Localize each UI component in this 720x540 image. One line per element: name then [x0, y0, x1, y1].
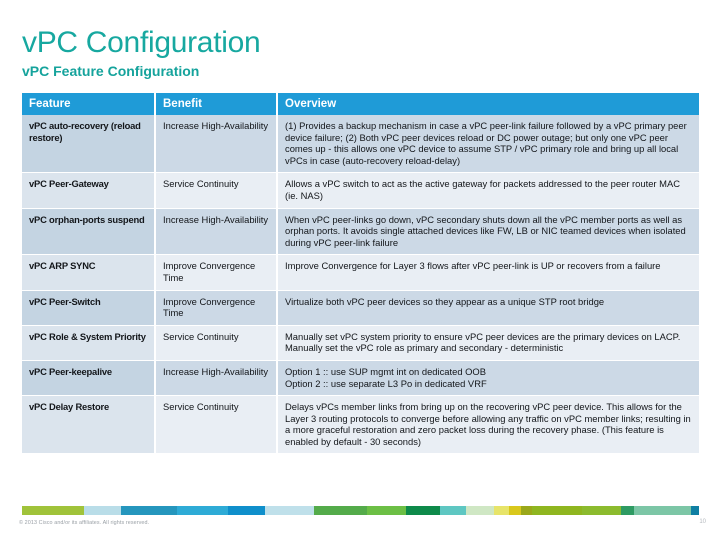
cell-overview: When vPC peer-links go down, vPC seconda… — [277, 208, 699, 256]
cell-overview: Virtualize both vPC peer devices so they… — [277, 290, 699, 326]
color-bar-segment — [582, 506, 621, 515]
color-bar-segment — [314, 506, 367, 515]
table-row: vPC Peer-Gateway Service Continuity Allows… — [22, 172, 699, 209]
color-bar-segment — [520, 506, 533, 515]
color-bar-segment — [509, 506, 521, 515]
cell-benefit: Service Continuity — [155, 325, 278, 361]
color-bar-segment — [264, 506, 315, 515]
cell-benefit: Increase High-Availability — [155, 208, 278, 256]
cell-benefit: Increase High-Availability — [155, 360, 278, 397]
table-header-row: Feature Benefit Overview — [22, 93, 699, 115]
column-header-overview: Overview — [277, 93, 699, 115]
cell-benefit: Improve Convergence Time — [155, 254, 278, 291]
table-row: vPC Delay Restore Service Continuity Delay… — [22, 395, 699, 455]
slide-footer: © 2013 Cisco and/or its affiliates. All … — [0, 517, 720, 531]
cell-overview: Allows a vPC switch to act as the active… — [277, 172, 699, 209]
table-row: vPC orphan-ports suspend Increase High-Av… — [22, 208, 699, 256]
title-block: vPC Configuration vPC Feature Configurat… — [22, 26, 682, 79]
cell-feature: vPC Peer-Gateway — [22, 172, 156, 209]
color-bar-segment — [120, 506, 177, 515]
cell-benefit: Service Continuity — [155, 395, 278, 455]
table-row: vPC auto-recovery (reload restore) Increa… — [22, 115, 699, 174]
cell-overview: Manually set vPC system priority to ensu… — [277, 325, 699, 361]
cell-feature: vPC Peer-keepalive — [22, 360, 156, 397]
color-bar-segment — [494, 506, 510, 515]
color-bar-segment — [466, 506, 495, 515]
color-bar-segment — [532, 506, 583, 515]
color-bar-segment — [22, 506, 85, 515]
slide: vPC Configuration vPC Feature Configurat… — [0, 0, 720, 540]
vpc-feature-table: Feature Benefit Overview vPC auto-recove… — [22, 93, 699, 455]
color-bar-segment — [621, 506, 635, 515]
cell-overview: (1) Provides a backup mechanism in case … — [277, 115, 699, 174]
cell-benefit: Improve Convergence Time — [155, 290, 278, 326]
cell-overview: Option 1 :: use SUP mgmt int on dedicate… — [277, 360, 699, 397]
color-bar-segment — [690, 506, 699, 515]
cell-feature: vPC auto-recovery (reload restore) — [22, 115, 156, 174]
page-subtitle: vPC Feature Configuration — [22, 63, 200, 79]
decorative-color-bar — [22, 506, 699, 515]
page-title: vPC Configuration — [22, 26, 261, 59]
cell-benefit: Increase High-Availability — [155, 115, 278, 174]
page-number: 10 — [699, 519, 706, 525]
table-row: vPC Peer-Switch Improve Convergence Time V… — [22, 290, 699, 326]
table-row: vPC Role & System Priority Service Contin… — [22, 325, 699, 361]
cell-feature: vPC Delay Restore — [22, 395, 156, 455]
cell-benefit: Service Continuity — [155, 172, 278, 209]
color-bar-segment — [406, 506, 440, 515]
column-header-benefit: Benefit — [155, 93, 278, 115]
cell-overview: Improve Convergence for Layer 3 flows af… — [277, 254, 699, 291]
color-bar-segment — [84, 506, 121, 515]
table-row: vPC ARP SYNC Improve Convergence Time Impr… — [22, 254, 699, 291]
feature-table-container: Feature Benefit Overview vPC auto-recove… — [22, 93, 699, 455]
table-row: vPC Peer-keepalive Increase High-Availabi… — [22, 360, 699, 397]
table-body: vPC auto-recovery (reload restore) Increa… — [22, 115, 699, 455]
cell-feature: vPC orphan-ports suspend — [22, 208, 156, 256]
cell-feature: vPC Role & System Priority — [22, 325, 156, 361]
cell-overview: Delays vPCs member links from bring up o… — [277, 395, 699, 455]
copyright-text: © 2013 Cisco and/or its affiliates. All … — [19, 520, 150, 526]
color-bar-segment — [228, 506, 265, 515]
color-bar-segment — [634, 506, 691, 515]
cell-feature: vPC Peer-Switch — [22, 290, 156, 326]
color-bar-segment — [176, 506, 229, 515]
table-header: Feature Benefit Overview — [22, 93, 699, 115]
column-header-feature: Feature — [22, 93, 156, 115]
color-bar-segment — [366, 506, 407, 515]
color-bar-segment — [439, 506, 467, 515]
cell-feature: vPC ARP SYNC — [22, 254, 156, 291]
